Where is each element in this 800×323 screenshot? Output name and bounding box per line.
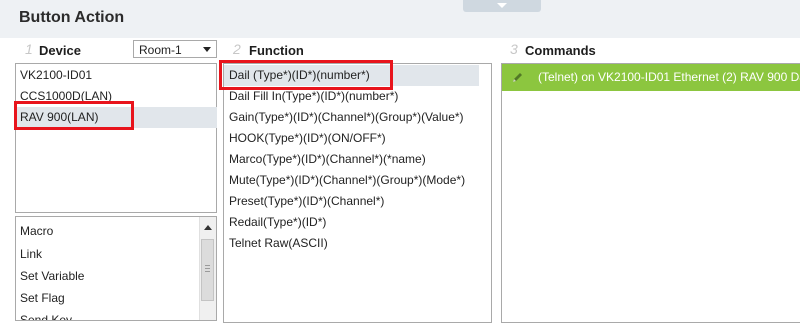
function-item[interactable]: Mute(Type*)(ID*)(Channel*)(Group*)(Mode*… (224, 170, 479, 191)
scroll-up-arrow-icon[interactable] (204, 225, 212, 230)
action-item[interactable]: Set Variable (16, 266, 84, 287)
pencil-icon[interactable] (511, 72, 523, 84)
command-item[interactable]: (Telnet) on VK2100-ID01 Ethernet (2) RAV… (502, 64, 800, 91)
grip-line (205, 265, 210, 266)
function-item[interactable]: HOOK(Type*)(ID*)(ON/OFF*) (224, 128, 479, 149)
action-item[interactable]: Set Flag (16, 288, 65, 309)
function-step-number: 2 (233, 41, 241, 57)
function-item[interactable]: Telnet Raw(ASCII) (224, 233, 479, 254)
function-item[interactable]: Preset(Type*)(ID*)(Channel*) (224, 191, 479, 212)
commands-list: (Telnet) on VK2100-ID01 Ethernet (2) RAV… (501, 63, 800, 323)
function-item[interactable]: Gain(Type*)(ID*)(Channel*)(Group*)(Value… (224, 107, 479, 128)
action-list: Macro Link Set Variable Set Flag Send Ke… (15, 216, 217, 321)
collapse-button[interactable] (463, 0, 541, 12)
function-list: Dail (Type*)(ID*)(number*) Dail Fill In(… (223, 63, 492, 323)
function-item[interactable]: Dail Fill In(Type*)(ID*)(number*) (224, 86, 479, 107)
panel-title: Button Action (19, 9, 125, 26)
device-item[interactable]: CCS1000D(LAN) (16, 86, 217, 107)
device-column-heading: 1 Device (20, 41, 130, 59)
panel-header: Button Action (0, 0, 800, 38)
command-text: (Telnet) on VK2100-ID01 Ethernet (2) RAV… (538, 70, 800, 84)
collapse-arrow-icon (497, 3, 507, 8)
device-step-number: 1 (25, 41, 33, 57)
action-list-scrollbar[interactable] (199, 217, 216, 320)
chevron-down-icon (203, 47, 211, 52)
grip-line (205, 268, 210, 269)
function-item[interactable]: Marco(Type*)(ID*)(Channel*)(*name) (224, 149, 479, 170)
commands-column-heading: 3 Commands (510, 41, 710, 59)
room-select[interactable]: Room-1 (133, 40, 217, 58)
device-heading-label: Device (39, 43, 81, 58)
commands-heading-label: Commands (525, 43, 596, 58)
action-item[interactable]: Macro (16, 221, 53, 242)
scrollbar-thumb[interactable] (201, 239, 214, 301)
grip-line (205, 271, 210, 272)
device-list: VK2100-ID01 CCS1000D(LAN) RAV 900(LAN) (15, 63, 217, 213)
action-item[interactable]: Send Key (16, 310, 72, 320)
function-column-heading: 2 Function (230, 41, 430, 59)
room-select-value: Room-1 (139, 43, 182, 57)
commands-step-number: 3 (510, 41, 518, 57)
function-item[interactable]: Redail(Type*)(ID*) (224, 212, 479, 233)
function-heading-label: Function (249, 43, 304, 58)
device-item-selected[interactable]: RAV 900(LAN) (16, 107, 217, 128)
action-item[interactable]: Link (16, 244, 42, 265)
function-item-selected[interactable]: Dail (Type*)(ID*)(number*) (224, 65, 479, 86)
device-item[interactable]: VK2100-ID01 (16, 65, 217, 86)
